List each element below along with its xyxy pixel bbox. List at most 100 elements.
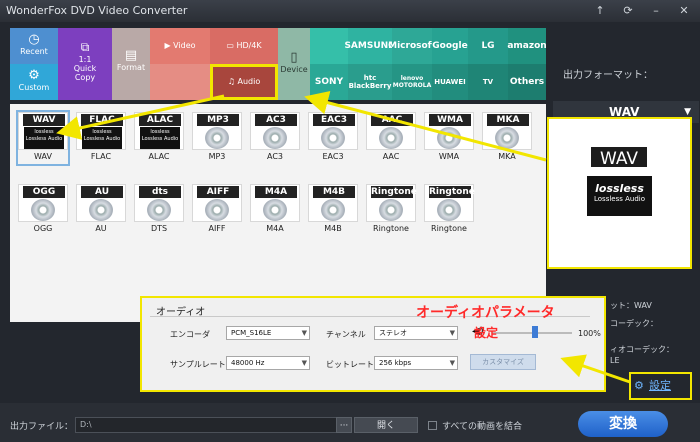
brand-sony[interactable]: SONY	[310, 64, 348, 100]
format-name: AIFF	[208, 224, 226, 233]
chevron-down-icon: ▼	[449, 329, 455, 337]
app-title: WonderFox DVD Video Converter	[6, 4, 188, 17]
format-item-wav[interactable]: WAV lossless Lossless Audio WAV	[16, 110, 70, 166]
brand-google[interactable]: Google	[432, 28, 468, 64]
format-item-aac[interactable]: AAC AAC	[366, 112, 416, 164]
merge-checkbox[interactable]	[428, 421, 437, 430]
format-name: MP3	[208, 152, 226, 161]
brand-microsoft[interactable]: Microsoft	[388, 28, 436, 64]
settings-link[interactable]: ⚙ 設定	[629, 372, 692, 400]
brand-htc[interactable]: htc BlackBerry	[348, 64, 392, 100]
format-item-wma[interactable]: WMA WMA	[424, 112, 474, 164]
format-name: MKA	[498, 152, 516, 161]
disc-icon	[495, 127, 519, 149]
format-item-ogg[interactable]: OGG OGG	[18, 184, 68, 236]
format-item-m4b[interactable]: M4B M4B	[308, 184, 358, 236]
brand-lenovo[interactable]: lenovo MOTOROLA	[392, 64, 432, 100]
tab-web[interactable]	[150, 64, 210, 100]
format-panel: WAV lossless Lossless Audio WAV FLAC lossles…	[10, 104, 546, 322]
tab-audio[interactable]: ♫ Audio	[210, 64, 278, 100]
channel-select[interactable]: ステレオ ▼	[374, 326, 458, 340]
tab-audio-label: Audio	[237, 77, 261, 86]
close-icon[interactable]: ✕	[674, 3, 694, 19]
volume-value: 100%	[578, 329, 601, 338]
settings-link-label: 設定	[649, 379, 671, 392]
disc-icon	[321, 199, 345, 221]
encoder-select[interactable]: PCM_S16LE ▼	[226, 326, 310, 340]
bitrate-select[interactable]: 256 kbps ▼	[374, 356, 458, 370]
tab-format[interactable]: ▤ Format	[112, 28, 150, 100]
encoder-label: エンコーダ	[170, 330, 210, 339]
format-tile: Ringtone	[424, 184, 475, 222]
format-item-dts[interactable]: dts DTS	[134, 184, 184, 236]
format-tile: dts	[134, 184, 184, 222]
brand-apple[interactable]	[310, 28, 348, 64]
up-icon[interactable]: ↑	[590, 3, 610, 19]
side-audio-codec: ィオコーデック：	[610, 345, 674, 354]
refresh-icon[interactable]: ⟳	[618, 3, 638, 19]
format-item-ac3[interactable]: AC3 AC3	[250, 112, 300, 164]
brand-samsung[interactable]: SAMSUNG	[344, 28, 396, 64]
format-tag: M4B	[313, 186, 355, 198]
volume-handle[interactable]	[532, 326, 538, 338]
format-tile: AIFF	[192, 184, 242, 222]
format-tile: WMA	[424, 112, 474, 150]
customize-label: カスタマイズ	[482, 358, 524, 366]
tab-quick-copy-label: 1:1 Quick Copy	[73, 55, 97, 82]
format-item-ringtone[interactable]: Ringtone Ringtone	[424, 184, 475, 236]
samplerate-select[interactable]: 48000 Hz ▼	[226, 356, 310, 370]
clock-icon: ◷	[28, 32, 40, 47]
format-name: EAC3	[322, 152, 344, 161]
brand-tv[interactable]: TV	[468, 64, 508, 100]
tab-hd4k[interactable]: ▭ HD/4K	[210, 28, 278, 64]
brand-huawei[interactable]: HUAWEI	[432, 64, 468, 100]
open-button[interactable]: 開く	[354, 417, 418, 433]
tab-recent[interactable]: ◷ Recent	[10, 28, 58, 64]
format-item-ringtone[interactable]: Ringtone Ringtone	[366, 184, 417, 236]
format-tag: FLAC	[81, 114, 123, 126]
convert-button[interactable]: 変換	[578, 411, 668, 437]
format-name: Ringtone	[373, 224, 409, 233]
format-item-eac3[interactable]: EAC3 EAC3	[308, 112, 358, 164]
format-item-mka[interactable]: MKA MKA	[482, 112, 532, 164]
format-tag: MP3	[197, 114, 239, 126]
gear-icon: ⚙	[28, 68, 40, 83]
output-path-input[interactable]: D:\	[75, 417, 341, 433]
brand-tv-label: TV	[482, 78, 494, 86]
minimize-icon[interactable]: –	[646, 3, 666, 19]
side-format: ット：WAV	[610, 301, 652, 310]
format-tile: AU	[76, 184, 126, 222]
format-item-au[interactable]: AU AU	[76, 184, 126, 236]
format-tag: Ringtone	[371, 186, 417, 198]
format-name: ALAC	[148, 152, 170, 161]
tab-device[interactable]: ▯ Device	[278, 28, 310, 100]
customize-button[interactable]: カスタマイズ	[470, 354, 536, 370]
format-item-m4a[interactable]: M4A M4A	[250, 184, 300, 236]
format-name: OGG	[33, 224, 53, 233]
lossless-badge: lossless Lossless Audio	[24, 127, 64, 149]
tab-custom[interactable]: ⚙ Custom	[10, 64, 58, 100]
format-item-mp3[interactable]: MP3 MP3	[192, 112, 242, 164]
format-tag: OGG	[23, 186, 65, 198]
browse-button[interactable]: ···	[336, 417, 352, 433]
brand-lg[interactable]: LG	[468, 28, 508, 64]
brand-others[interactable]: Others	[508, 64, 546, 100]
format-item-flac[interactable]: FLAC lossless Lossless Audio FLAC	[76, 112, 126, 164]
tab-quick-copy[interactable]: ⧉ 1:1 Quick Copy	[58, 28, 112, 100]
format-name: FLAC	[90, 152, 112, 161]
side-le: LE	[610, 356, 620, 365]
disc-icon	[147, 199, 171, 221]
tab-video[interactable]: ▶ Video	[150, 28, 210, 64]
chevron-down-icon: ▼	[301, 329, 307, 337]
brand-amazon[interactable]: amazon	[507, 28, 547, 64]
format-item-aiff[interactable]: AIFF AIFF	[192, 184, 242, 236]
format-tag: M4A	[255, 186, 297, 198]
format-item-alac[interactable]: ALAC lossless Lossless Audio ALAC	[134, 112, 184, 164]
chevron-down-icon: ▼	[301, 359, 307, 367]
annotation-subtitle: 設定	[474, 326, 499, 340]
format-tile: M4A	[250, 184, 300, 222]
title-bar: WonderFox DVD Video Converter ↑ ⟳ – ✕	[0, 0, 700, 22]
brand-htc-label: htc BlackBerry	[348, 74, 392, 90]
format-name: Ringtone	[431, 224, 467, 233]
disc-icon	[379, 127, 403, 149]
